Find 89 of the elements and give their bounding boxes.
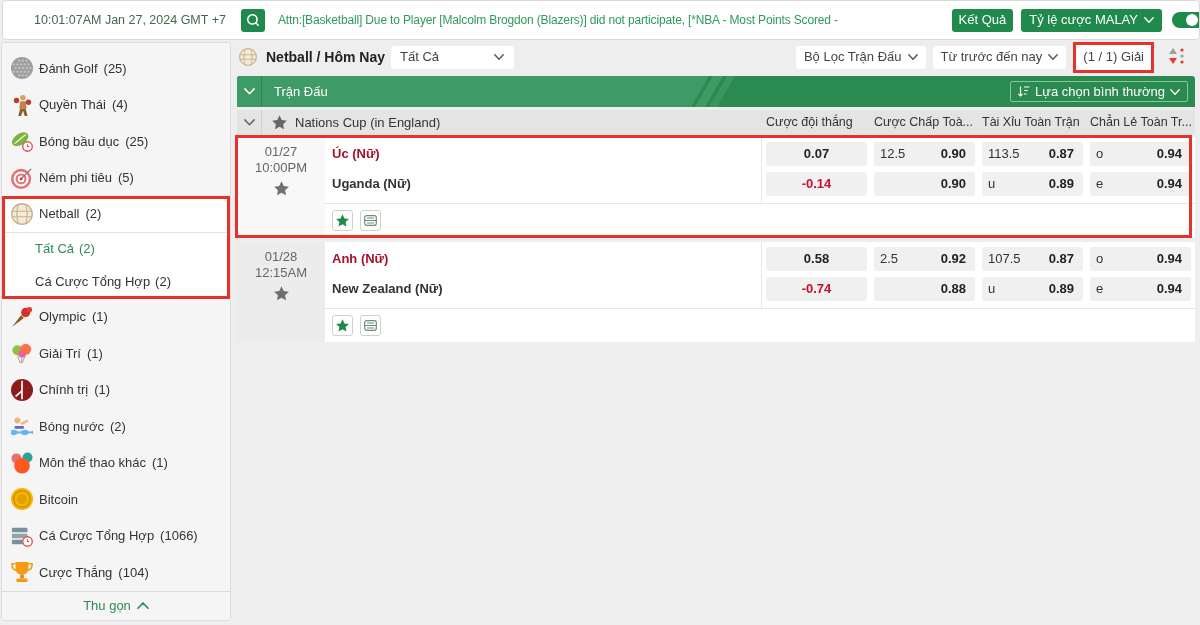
odds-button[interactable]: -0.14 xyxy=(766,172,867,196)
netball-icon xyxy=(11,202,33,225)
torch-icon xyxy=(11,305,33,328)
sidebar-subitem[interactable]: Tất Cả (2) xyxy=(2,232,230,266)
market-dropdown[interactable]: Tất Cả xyxy=(391,45,515,69)
chevron-down-icon xyxy=(494,54,505,60)
balls-icon xyxy=(11,451,33,474)
column-header: Chẳn Lẻ Toàn Tr... xyxy=(1090,113,1192,132)
sidebar-item[interactable]: Đánh Golf (25) xyxy=(2,50,230,87)
team-name: Anh (Nữ) xyxy=(332,250,389,269)
odds-button[interactable]: 12.5 0.90 xyxy=(874,142,975,166)
chevron-down-icon xyxy=(907,54,918,60)
match-date: 01/28 xyxy=(264,249,298,265)
collapse-button[interactable]: Thu gọn xyxy=(83,596,149,616)
column-header: Tài Xỉu Toàn Trận xyxy=(982,114,1080,132)
team-name: New Zealand (Nữ) xyxy=(332,280,443,299)
star-icon[interactable] xyxy=(272,115,287,130)
sidebar-item[interactable]: Môn thể thao khác (1) xyxy=(2,444,230,481)
announcement-text: Attn:[Basketball] Due to Player [Malcolm Brogdon (Blazers)] did not participate, [*NBA - Most Points Scored - xyxy=(278,12,838,29)
odds-button[interactable]: -0.74 xyxy=(766,277,867,301)
odds-button[interactable]: 0.07 xyxy=(766,142,867,166)
rows-icon xyxy=(364,215,377,226)
section-title: Trận Đấu xyxy=(274,82,328,101)
swimmer-icon xyxy=(11,415,33,438)
balloons-icon xyxy=(11,342,33,365)
details-button[interactable] xyxy=(360,315,381,336)
clock-text: 10:01:07AM Jan 27, 2024 GMT +7 xyxy=(34,11,227,29)
match-time: 12:15AM xyxy=(254,265,307,280)
odds-button[interactable]: 0.88 xyxy=(874,277,975,301)
favorite-button[interactable] xyxy=(332,315,353,336)
star-icon[interactable] xyxy=(273,181,289,196)
results-button[interactable]: Kết Quả xyxy=(951,8,1014,32)
odds-button[interactable]: 0.90 xyxy=(874,172,975,196)
sidebar-item[interactable]: Giải Trí (1) xyxy=(2,335,230,372)
star-icon[interactable] xyxy=(273,286,289,301)
filter-dropdown[interactable]: Từ trước đến nay xyxy=(932,45,1067,69)
golf-ball-icon xyxy=(11,57,33,80)
sidebar-item[interactable]: Cá Cược Tổng Hợp (1066) xyxy=(2,517,230,554)
odds-button[interactable]: o 0.94 xyxy=(1090,142,1191,166)
sidebar-item[interactable]: Chính trị (1) xyxy=(2,371,230,408)
team-name: Úc (Nữ) xyxy=(332,145,380,164)
fighter-icon xyxy=(11,93,33,116)
odds-button[interactable]: 107.5 0.87 xyxy=(982,247,1083,271)
search-icon xyxy=(246,13,260,27)
chevron-up-icon xyxy=(136,602,149,610)
coin-icon xyxy=(11,488,33,511)
rows-icon xyxy=(364,320,377,331)
breadcrumb-title: Netball / Hôm Nay xyxy=(266,47,386,67)
sidebar-item[interactable]: Bóng nước (2) xyxy=(2,408,230,445)
sidebar-item[interactable]: Cược Thắng (104) xyxy=(2,554,230,591)
favorite-button[interactable] xyxy=(332,210,353,231)
match-date: 01/27 xyxy=(264,144,298,160)
star-icon xyxy=(336,319,349,332)
odds-button[interactable]: u 0.89 xyxy=(982,277,1083,301)
rugby-ball-icon xyxy=(11,130,33,153)
odds-button[interactable]: o 0.94 xyxy=(1090,247,1191,271)
odds-button[interactable]: 2.5 0.92 xyxy=(874,247,975,271)
odds-button[interactable]: e 0.94 xyxy=(1090,172,1191,196)
chevron-down-icon[interactable] xyxy=(243,119,255,126)
view-option-dropdown[interactable]: Lựa chọn bình thường xyxy=(1009,81,1188,102)
sidebar-item[interactable]: Ném phi tiêu (5) xyxy=(2,159,230,196)
sidebar-item[interactable]: Quyền Thái (4) xyxy=(2,86,230,123)
chevron-down-icon xyxy=(1048,54,1059,60)
sidebar-item[interactable]: Bitcoin xyxy=(2,481,230,518)
details-button[interactable] xyxy=(360,210,381,231)
team-name: Uganda (Nữ) xyxy=(332,175,411,194)
column-header: Cược Chấp Toà... xyxy=(874,114,974,132)
netball-icon xyxy=(239,48,257,66)
search-button[interactable] xyxy=(241,8,265,32)
chevron-down-icon xyxy=(1144,17,1154,23)
sidebar-item[interactable]: Olympic (1) xyxy=(2,298,230,335)
filter-dropdown[interactable]: Bộ Lọc Trận Đấu xyxy=(795,45,926,69)
star-icon xyxy=(336,214,349,227)
emblem-icon xyxy=(11,378,33,401)
league-counter-button[interactable]: (1 / 1) Giải xyxy=(1073,41,1154,73)
odds-button[interactable]: e 0.94 xyxy=(1090,277,1191,301)
odds-button[interactable]: 113.5 0.87 xyxy=(982,142,1083,166)
column-header: Cược đội thắng xyxy=(766,113,853,132)
league-name: Nations Cup (in England) xyxy=(295,113,441,132)
sort-lines-icon xyxy=(1017,86,1030,97)
odds-button[interactable]: 0.58 xyxy=(766,247,867,271)
chevron-down-icon xyxy=(1170,88,1180,95)
trophy-icon xyxy=(11,561,33,584)
toggle-switch[interactable] xyxy=(1172,12,1199,28)
odds-format-dropdown[interactable]: Tỷ lệ cược MALAY xyxy=(1021,8,1162,32)
dartboard-icon xyxy=(11,166,33,189)
match-time: 10:00PM xyxy=(254,160,307,175)
odds-button[interactable]: u 0.89 xyxy=(982,172,1083,196)
sidebar-item[interactable]: Bóng bầu dục (25) xyxy=(2,123,230,160)
